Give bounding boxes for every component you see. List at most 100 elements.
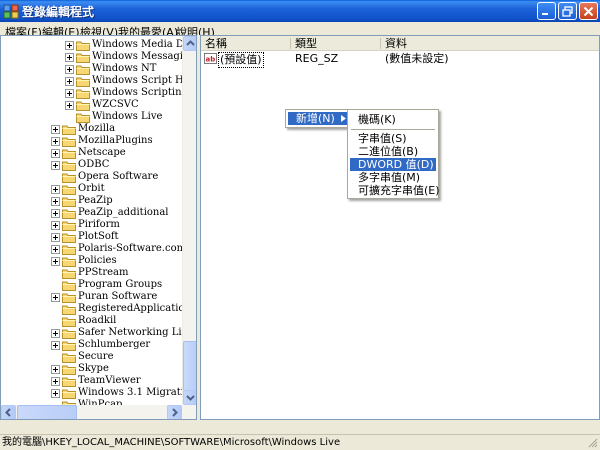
expand-plus-icon[interactable] xyxy=(51,233,60,242)
scroll-right-button[interactable] xyxy=(167,405,182,419)
registry-editor-window: 登錄編輯程式 檔案(F) 編輯(E) 檢視(V) 我的最愛(A) 說明(H) W… xyxy=(0,0,600,450)
scroll-up-button[interactable] xyxy=(183,36,196,51)
tree-node[interactable]: Skype xyxy=(1,363,181,375)
value-name[interactable]: (預設值) xyxy=(218,52,264,68)
tree-node[interactable]: Windows Live xyxy=(1,111,181,123)
expand-plus-icon[interactable] xyxy=(51,185,60,194)
tree-node[interactable]: Orbit xyxy=(1,183,181,195)
tree-node-label: TeamViewer xyxy=(78,375,141,386)
menu-item-new[interactable]: 新增(N) xyxy=(288,112,350,125)
tree-node[interactable]: Mozilla xyxy=(1,123,181,135)
expand-plus-icon[interactable] xyxy=(51,149,60,158)
folder-icon xyxy=(76,41,90,51)
context-menu: 新增(N) xyxy=(285,109,353,128)
expand-plus-icon[interactable] xyxy=(51,329,60,338)
expand-plus-icon[interactable] xyxy=(65,77,74,86)
minimize-button[interactable] xyxy=(537,2,556,20)
tree-node-label: Piriform xyxy=(78,219,120,230)
menu-item-string-value[interactable]: 字串值(S) xyxy=(350,132,436,145)
tree-node[interactable]: Safer Networking Limited xyxy=(1,327,196,339)
tree-node[interactable]: RegisteredApplications xyxy=(1,303,196,315)
expand-plus-icon[interactable] xyxy=(51,377,60,386)
tree-node[interactable]: Polaris-Software.com xyxy=(1,243,186,255)
tree-node-label: Secure xyxy=(78,351,114,362)
expand-plus-icon[interactable] xyxy=(51,221,60,230)
menu-item-expandable-string-value[interactable]: 可擴充字串值(E) xyxy=(350,184,440,197)
folder-icon xyxy=(62,377,76,387)
minimize-icon xyxy=(542,13,548,15)
expand-plus-icon[interactable] xyxy=(51,137,60,146)
expand-plus-icon[interactable] xyxy=(51,365,60,374)
expand-plus-icon[interactable] xyxy=(51,209,60,218)
tree-node[interactable]: Netscape xyxy=(1,147,181,159)
folder-icon xyxy=(62,173,76,183)
tree-node[interactable]: Windows Scripting Host xyxy=(1,87,196,99)
tree-node[interactable]: Windows 3.1 Migration Status xyxy=(1,387,196,399)
tree-node[interactable]: PeaZip xyxy=(1,195,181,207)
registry-key-tree[interactable]: Windows Media Device MWindows Messaging … xyxy=(0,35,197,420)
expand-plus-icon[interactable] xyxy=(51,341,60,350)
expand-plus-icon[interactable] xyxy=(65,89,74,98)
expand-plus-icon[interactable] xyxy=(51,197,60,206)
submenu-arrow-icon xyxy=(341,115,346,122)
tree-node[interactable]: Roadkil xyxy=(1,315,181,327)
menu-item-multi-string-value[interactable]: 多字串值(M) xyxy=(350,171,436,184)
tree-node[interactable]: Windows Media Device M xyxy=(1,39,196,51)
expand-plus-icon[interactable] xyxy=(51,293,60,302)
menu-item-binary-value[interactable]: 二進位值(B) xyxy=(350,145,436,158)
maximize-button[interactable] xyxy=(558,2,577,20)
column-header-name[interactable]: 名稱 xyxy=(201,36,291,51)
close-button[interactable] xyxy=(579,2,598,20)
tree-node[interactable]: Policies xyxy=(1,255,181,267)
tree-node[interactable]: PeaZip_additional xyxy=(1,207,181,219)
chevron-right-icon xyxy=(172,408,178,417)
expand-plus-icon[interactable] xyxy=(51,245,60,254)
folder-icon xyxy=(76,113,90,123)
tree-node[interactable]: WZCSVC xyxy=(1,99,181,111)
tree-node[interactable]: ODBC xyxy=(1,159,181,171)
expand-plus-icon[interactable] xyxy=(51,125,60,134)
folder-icon xyxy=(62,137,76,147)
tree-node[interactable]: Secure xyxy=(1,351,181,363)
expand-plus-icon[interactable] xyxy=(51,161,60,170)
title-bar[interactable]: 登錄編輯程式 xyxy=(0,0,600,22)
new-submenu: 機碼(K) 字串值(S) 二進位值(B) DWORD 值(D) 多字串值(M) … xyxy=(347,109,440,199)
expand-plus-icon[interactable] xyxy=(65,41,74,50)
expand-plus-icon[interactable] xyxy=(65,101,74,110)
tree-node[interactable]: Program Groups xyxy=(1,279,181,291)
expand-plus-icon[interactable] xyxy=(51,257,60,266)
tree-node[interactable]: TeamViewer xyxy=(1,375,181,387)
restore-icon xyxy=(562,6,573,17)
tree-node[interactable]: PPStream xyxy=(1,267,181,279)
menu-item-key[interactable]: 機碼(K) xyxy=(350,113,436,126)
expand-plus-icon[interactable] xyxy=(51,389,60,398)
folder-icon xyxy=(62,197,76,207)
values-list[interactable]: 名稱 類型 資料 ab (預設值) REG_SZ (數值未設定) xyxy=(200,35,600,420)
tree-node-label: Polaris-Software.com xyxy=(78,243,187,254)
expand-plus-icon[interactable] xyxy=(65,65,74,74)
expand-plus-icon[interactable] xyxy=(65,53,74,62)
tree-node-label: Mozilla xyxy=(78,123,116,134)
tree-node[interactable]: Puran Software xyxy=(1,291,181,303)
tree-horizontal-scrollbar[interactable] xyxy=(1,405,196,419)
resize-grip-icon[interactable] xyxy=(588,438,598,448)
tree-node-label: Program Groups xyxy=(78,279,163,290)
tree-node[interactable]: Windows Script Host xyxy=(1,75,196,87)
status-bar: 我的電腦\HKEY_LOCAL_MACHINE\SOFTWARE\Microso… xyxy=(0,434,600,450)
tree-node[interactable]: Windows Messaging Subs xyxy=(1,51,196,63)
scroll-left-button[interactable] xyxy=(1,405,16,419)
column-header-data[interactable]: 資料 xyxy=(381,36,599,51)
column-header-type[interactable]: 類型 xyxy=(291,36,381,51)
tree-node[interactable]: Windows NT xyxy=(1,63,181,75)
tree-node[interactable]: Schlumberger xyxy=(1,339,181,351)
menu-item-dword-value[interactable]: DWORD 值(D) xyxy=(350,158,436,171)
tree-node[interactable]: Opera Software xyxy=(1,171,181,183)
tree-node[interactable]: PlotSoft xyxy=(1,231,181,243)
tree-node[interactable]: Piriform xyxy=(1,219,181,231)
tree-vertical-scrollbar[interactable] xyxy=(182,36,196,419)
scroll-down-button[interactable] xyxy=(183,390,196,405)
scroll-thumb[interactable] xyxy=(183,341,196,391)
tree-node[interactable]: MozillaPlugins xyxy=(1,135,181,147)
hscroll-thumb[interactable] xyxy=(17,405,77,419)
folder-icon xyxy=(62,269,76,279)
